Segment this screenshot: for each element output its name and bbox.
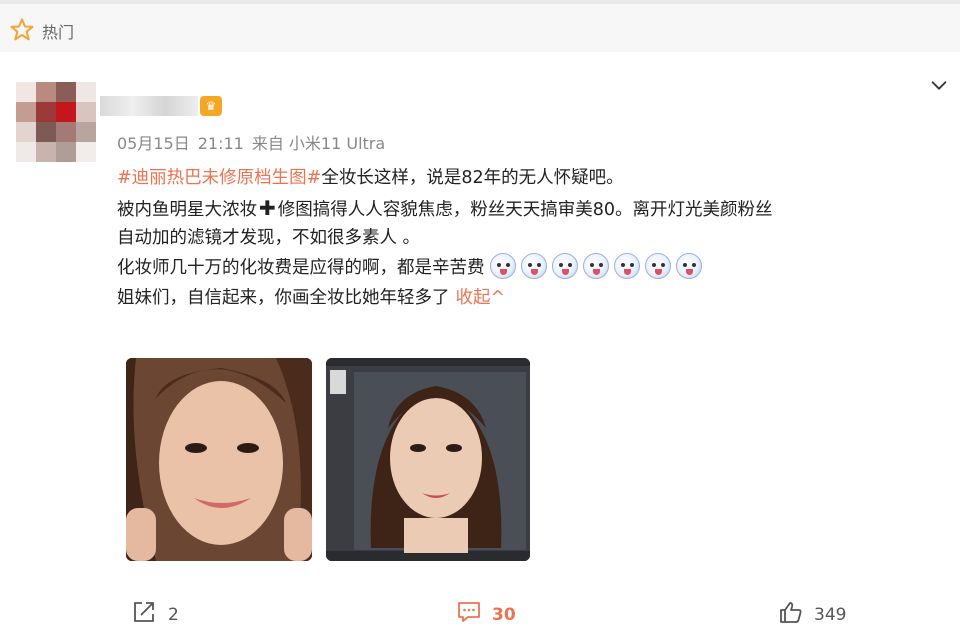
hashtag-link[interactable]: #迪丽热巴未修原档生图#: [117, 168, 321, 188]
share-icon: [134, 602, 154, 622]
post-line-4: 化妆师几十万的化妆费是应得的啊，都是辛苦费: [117, 258, 485, 278]
post-line-3: 自动加的滤镜才发现，不如很多素人 。: [117, 228, 421, 248]
portrait-1-image: [126, 358, 312, 561]
collapse-link[interactable]: 收起^: [456, 288, 506, 308]
post-line-5: 姐妹们，自信起来，你画全妆比她年轻多了: [117, 288, 450, 308]
shocked-emoji-icon: [489, 253, 516, 279]
plus-emoji-icon: ✚: [259, 196, 276, 220]
hot-tab-label[interactable]: 热门: [42, 19, 74, 43]
like-count: 349: [814, 605, 847, 625]
shocked-emoji-icon: [644, 253, 671, 279]
share-count: 2: [168, 605, 179, 625]
share-button[interactable]: 2: [132, 600, 179, 625]
post-time[interactable]: 21:11: [198, 134, 244, 153]
emoji-row: [485, 253, 702, 279]
post-photo-2[interactable]: [326, 358, 530, 561]
shocked-emoji-icon: [520, 253, 547, 279]
post-line-1: 全妆长这样，说是82年的无人怀疑吧。: [321, 168, 624, 188]
post-body: #迪丽热巴未修原档生图#全妆长这样，说是82年的无人怀疑吧。 被内鱼明星大浓妆 ✚…: [117, 163, 947, 313]
shocked-emoji-icon: [675, 253, 702, 279]
post-photo-1[interactable]: [126, 358, 312, 561]
shocked-emoji-icon: [613, 253, 640, 279]
portrait-2-image: [326, 358, 530, 561]
comment-button[interactable]: 30: [456, 600, 516, 625]
top-bar: 热门: [0, 0, 960, 52]
post-line-2a: 被内鱼明星大浓妆: [117, 200, 257, 220]
post-date[interactable]: 05月15日: [117, 134, 190, 153]
like-button[interactable]: 349: [778, 600, 846, 625]
post-meta: 05月15日 21:11 来自 小米11 Ultra: [117, 130, 393, 154]
username-blurred[interactable]: [100, 96, 198, 116]
post-line-2b: 修图搞得人人容貌焦虑，粉丝天天搞审美80。离开灯光美颜粉丝: [277, 200, 773, 220]
shocked-emoji-icon: [582, 253, 609, 279]
comment-count: 30: [492, 605, 516, 625]
comment-icon: [458, 602, 480, 622]
thumbs-up-icon: [780, 602, 802, 623]
vip-badge-icon: ♛: [200, 96, 222, 116]
star-outline-icon[interactable]: [8, 16, 36, 44]
avatar[interactable]: [16, 82, 96, 162]
shocked-emoji-icon: [551, 253, 578, 279]
post-source: 来自 小米11 Ultra: [251, 134, 386, 153]
chevron-down-icon[interactable]: [928, 74, 950, 96]
